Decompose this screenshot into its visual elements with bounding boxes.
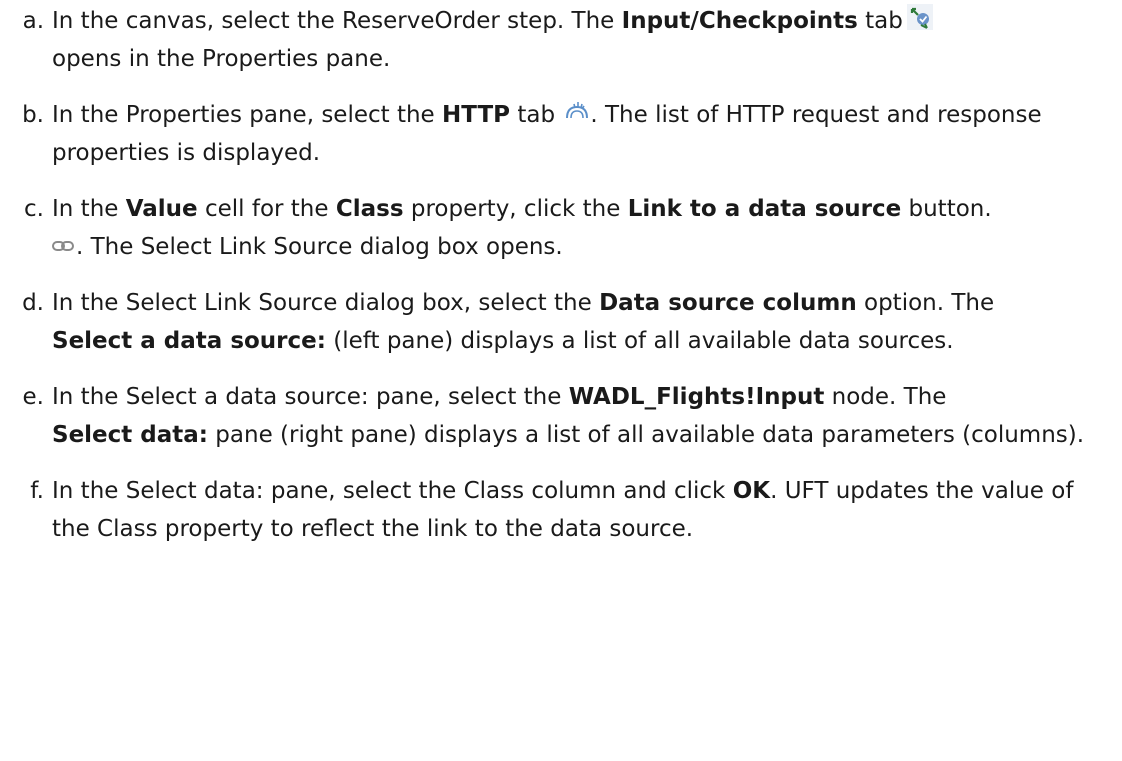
- step-marker: d.: [22, 290, 44, 316]
- step-b: b. In the Properties pane, select the HT…: [0, 96, 1122, 172]
- step-d: d. In the Select Link Source dialog box,…: [0, 284, 1122, 360]
- step-text: In the Select a data source: pane, selec…: [52, 378, 1102, 454]
- step-text: In the canvas, select the ReserveOrder s…: [52, 2, 1102, 78]
- step-text: In the Value cell for the Class property…: [52, 190, 1102, 266]
- step-text-segment: . The Select Link Source dialog box open…: [76, 234, 563, 260]
- link-to-data-source-icon: [52, 241, 74, 251]
- step-marker: c.: [24, 196, 44, 222]
- step-text: In the Properties pane, select the HTTP …: [52, 96, 1102, 172]
- step-text-segment: tab: [510, 102, 556, 128]
- step-f: f. In the Select data: pane, select the …: [0, 472, 1122, 548]
- step-text: In the Select data: pane, select the Cla…: [52, 472, 1102, 548]
- ui-term: Link to a data source: [627, 196, 902, 222]
- ui-term: Data source column: [599, 290, 857, 316]
- step-text-segment: tab: [857, 8, 903, 34]
- step-marker: b.: [22, 102, 44, 128]
- step-text-segment: In the Select a data source: pane, selec…: [52, 384, 569, 410]
- ui-term: Select data:: [52, 422, 208, 448]
- step-text-segment: In the canvas, select the ReserveOrder s…: [52, 8, 622, 34]
- step-marker: e.: [22, 384, 44, 410]
- step-text-segment: pane (right pane) displays a list of all…: [207, 422, 1085, 448]
- ui-term: Input/Checkpoints: [621, 8, 858, 34]
- step-text-segment: property, click the: [403, 196, 628, 222]
- ui-term: WADL_Flights!Input: [568, 384, 825, 410]
- step-text-segment: opens in the Properties pane.: [52, 46, 391, 72]
- step-c: c. In the Value cell for the Class prope…: [0, 190, 1122, 266]
- ui-term: Value: [125, 196, 198, 222]
- ui-term: HTTP: [442, 102, 511, 128]
- ui-term: OK: [732, 478, 771, 504]
- step-text-segment: option. The: [856, 290, 995, 316]
- http-tab-icon: [566, 102, 589, 119]
- step-text-segment: cell for the: [197, 196, 336, 222]
- step-marker: a.: [22, 8, 44, 34]
- step-text: In the Select Link Source dialog box, se…: [52, 284, 1102, 360]
- step-text-segment: (left pane) displays a list of all avail…: [325, 328, 954, 354]
- ui-term: Class: [335, 196, 404, 222]
- step-e: e. In the Select a data source: pane, se…: [0, 378, 1122, 454]
- instruction-steps: a. In the canvas, select the ReserveOrde…: [0, 0, 1122, 548]
- step-text-segment: In the Properties pane, select the: [52, 102, 443, 128]
- step-text-segment: In the: [52, 196, 126, 222]
- step-text-segment: button.: [901, 196, 992, 222]
- step-text-segment: In the Select Link Source dialog box, se…: [52, 290, 600, 316]
- step-marker: f.: [30, 478, 44, 504]
- step-text-segment: In the Select data: pane, select the Cla…: [52, 478, 733, 504]
- step-text-segment: node. The: [824, 384, 947, 410]
- step-a: a. In the canvas, select the ReserveOrde…: [0, 2, 1122, 78]
- ui-term: Select a data source:: [52, 328, 326, 354]
- input-checkpoints-tab-icon: [906, 4, 933, 30]
